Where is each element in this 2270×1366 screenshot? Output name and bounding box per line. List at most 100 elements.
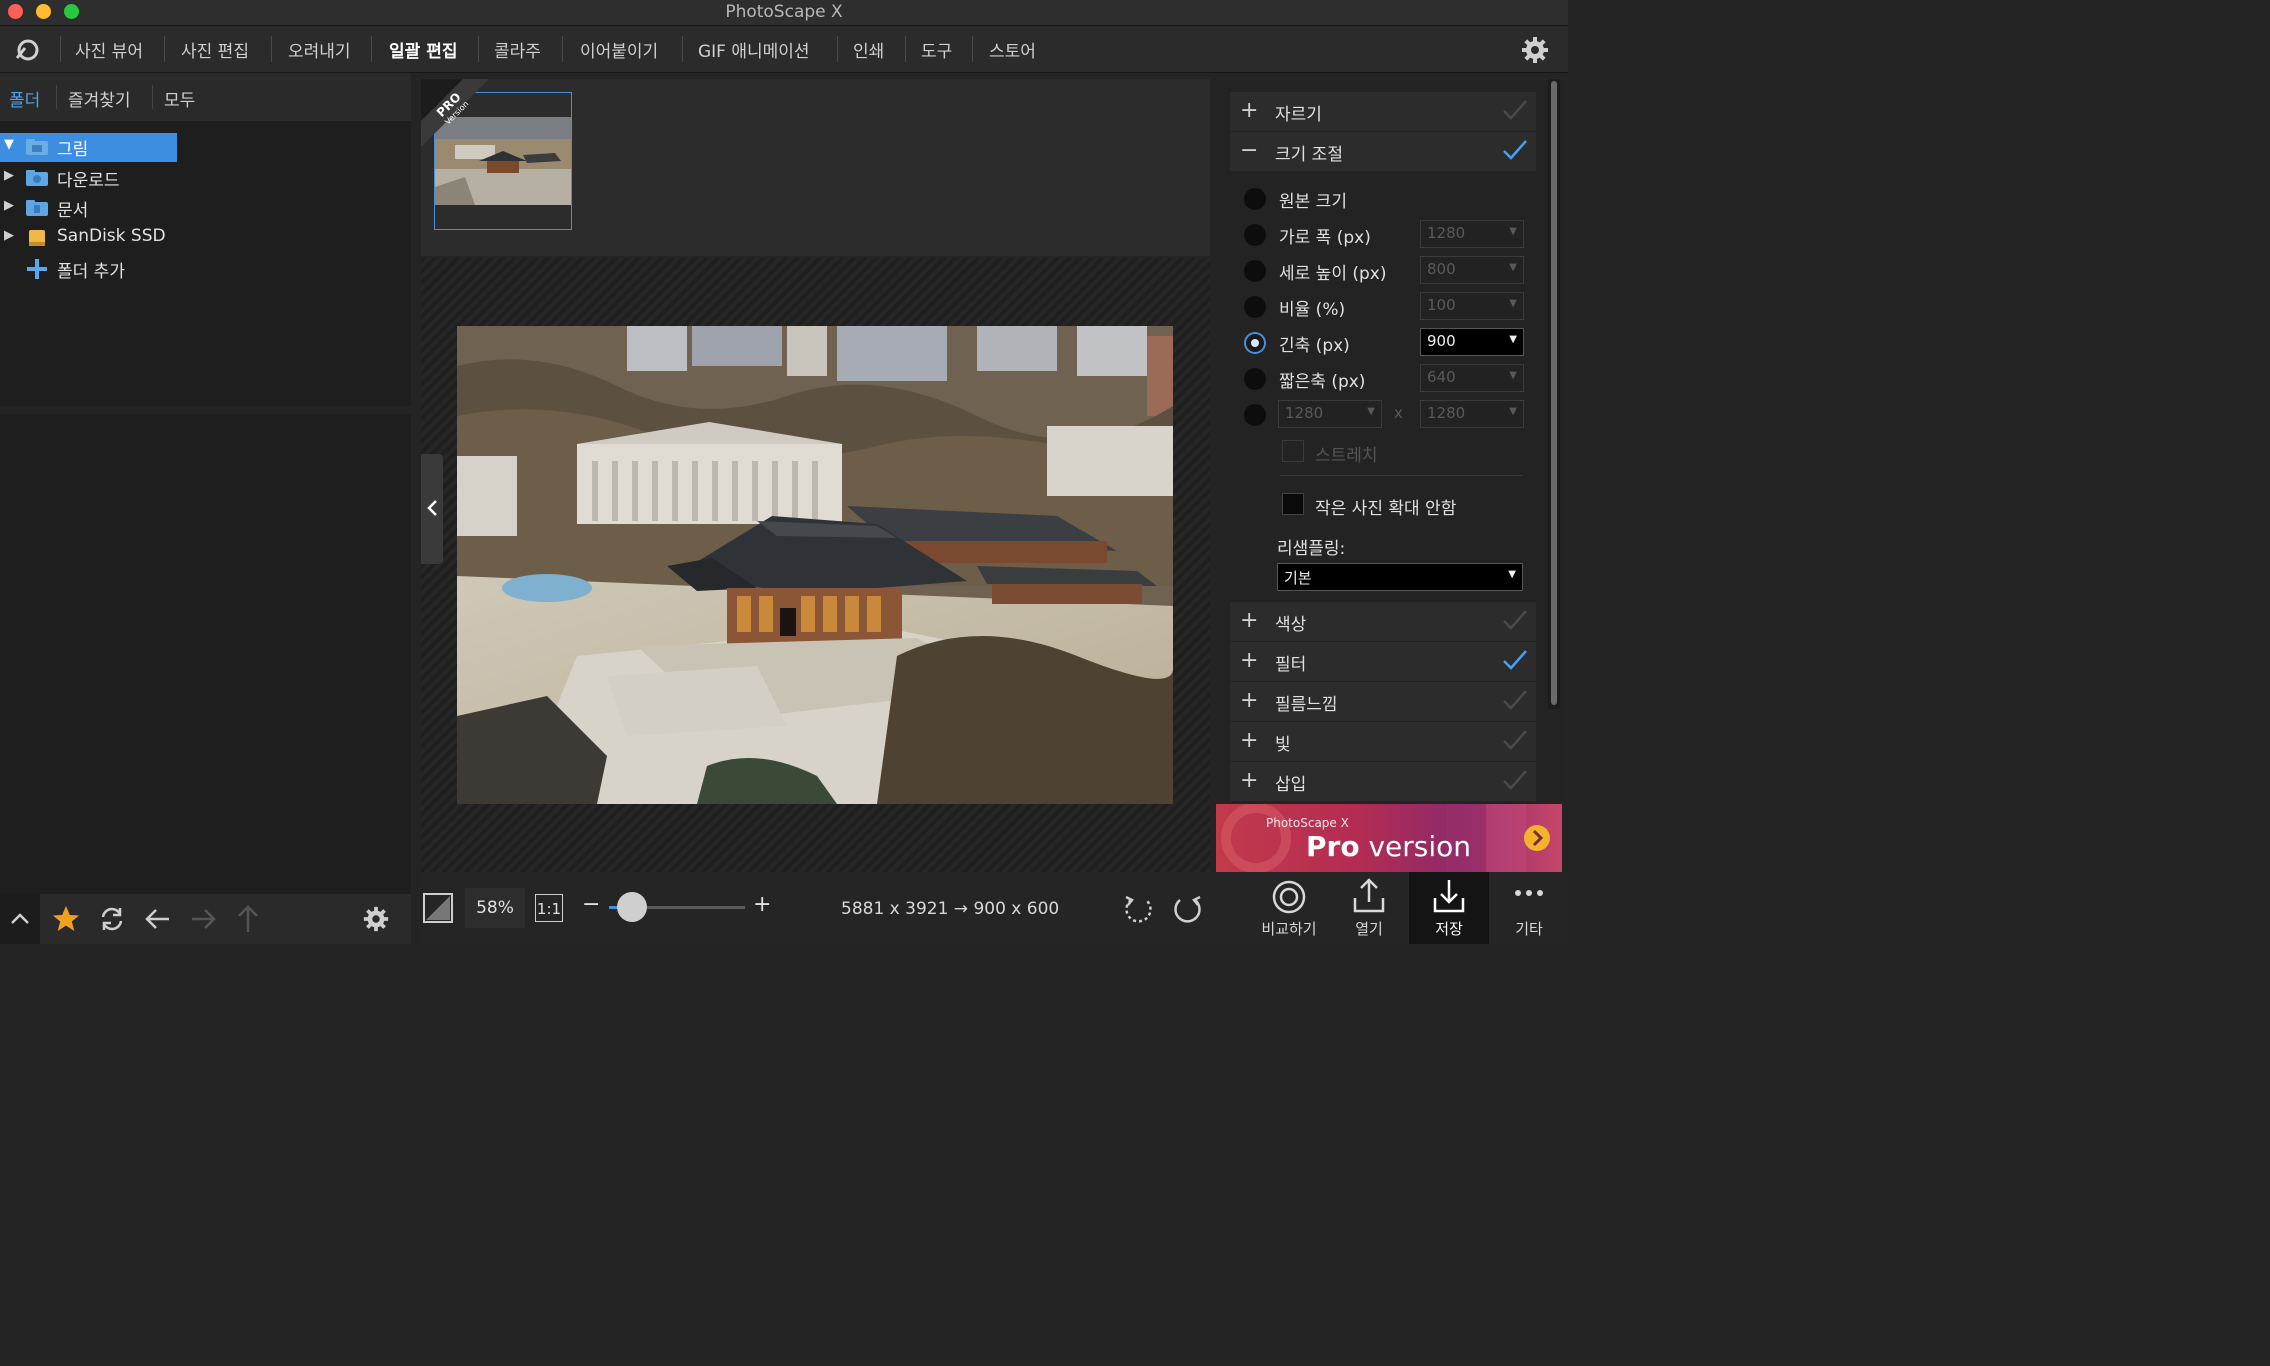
check-off-icon[interactable] [1502,768,1528,792]
expand-plus-icon: + [1240,608,1259,633]
right-scrollbar-thumb[interactable] [1551,81,1557,705]
tree-item-add-folder[interactable]: 폴더 추가 [0,255,411,283]
menu-item-3[interactable]: 일괄 편집 [389,37,457,62]
menu-separator [682,36,683,62]
menu-item-2[interactable]: 오려내기 [288,37,351,62]
batch-edit-panel: + 자르기 − 크기 조절 원본 크기 가로 폭 (px) 1280 ▼ 세로 높… [1216,79,1562,803]
left-toolbar [0,894,411,944]
expand-right-icon[interactable]: ▶ [4,228,14,243]
check-on-icon[interactable] [1502,138,1528,162]
dropdown-arrow-icon: ▼ [1509,262,1517,273]
expand-right-icon[interactable]: ▶ [4,198,14,213]
zoom-level-value[interactable]: 58% [467,898,523,918]
resampling-select[interactable]: 기본 ▼ [1277,563,1523,591]
tree-item-documents[interactable]: ▶ 문서 [0,194,411,222]
menu-item-4[interactable]: 콜라주 [494,37,541,62]
menu-item-5[interactable]: 이어붙이기 [580,37,658,62]
expand-plus-icon: + [1240,768,1259,793]
dropdown-arrow-icon: ▼ [1508,569,1516,580]
section-crop[interactable]: + 자르기 [1230,92,1536,131]
radio-height[interactable] [1244,260,1266,282]
zoom-in-button[interactable]: + [753,892,771,917]
tab-folder[interactable]: 폴더 [9,86,40,111]
app-logo-icon[interactable] [13,36,43,64]
check-off-icon[interactable] [1502,98,1528,122]
resize-option-height[interactable]: 세로 높이 (px) 800 ▼ [1244,256,1534,286]
actual-size-button[interactable]: 1:1 [535,894,563,922]
section-filter[interactable]: + 필터 [1230,642,1536,681]
menu-separator [478,36,479,62]
menu-item-8[interactable]: 도구 [921,37,952,62]
zoom-slider[interactable] [609,892,745,922]
refresh-icon[interactable] [98,906,126,932]
menu-separator [271,36,272,62]
radio-original[interactable] [1244,188,1266,210]
radio-width[interactable] [1244,224,1266,246]
menu-item-7[interactable]: 인쇄 [853,37,884,62]
preview-bottom-bar: 58% 1:1 − + 5881 x 3921 → 900 x 600 [421,872,1216,944]
collapse-up-icon[interactable] [10,911,30,925]
star-icon[interactable] [52,905,80,933]
resize-option-long-side[interactable]: 긴축 (px) 900 ▼ [1244,328,1534,358]
back-arrow-icon[interactable] [145,907,171,931]
dropdown-arrow-icon: ▼ [1509,406,1517,417]
check-off-icon[interactable] [1502,688,1528,712]
compare-button[interactable]: 비교하기 [1249,872,1329,944]
section-resize[interactable]: − 크기 조절 [1230,132,1536,171]
section-color[interactable]: + 색상 [1230,602,1536,641]
tree-item-pictures[interactable]: ▼ 그림 [0,133,411,162]
menu-separator [837,36,838,62]
no-enlarge-checkbox[interactable] [1282,493,1304,515]
menu-item-9[interactable]: 스토어 [989,37,1036,62]
promo-arrow-icon[interactable] [1523,824,1551,852]
section-insert[interactable]: + 삽입 [1230,762,1536,801]
resize-option-custom[interactable]: 1280 ▼ x 1280 ▼ [1244,400,1534,430]
toggle-left-panel-button[interactable] [421,454,443,564]
zoom-slider-handle[interactable] [617,892,647,922]
settings-gear-icon[interactable] [1520,35,1550,65]
check-off-icon[interactable] [1502,608,1528,632]
menu-separator [60,36,61,62]
menu-separator [371,36,372,62]
check-off-icon[interactable] [1502,728,1528,752]
tab-all[interactable]: 모두 [164,86,195,111]
rotate-right-icon[interactable] [1172,893,1204,925]
rotate-left-icon[interactable] [1122,893,1154,925]
open-button[interactable]: 열기 [1329,872,1409,944]
resize-option-ratio[interactable]: 비율 (%) 100 ▼ [1244,292,1534,322]
right-scrollbar-track[interactable] [1548,79,1560,709]
resize-option-original[interactable]: 원본 크기 [1244,184,1534,214]
save-button[interactable]: 저장 [1409,872,1489,944]
action-bar: 비교하기 열기 저장 기타 [1216,872,1568,944]
long-side-select[interactable]: 900 ▼ [1420,328,1524,356]
check-on-icon[interactable] [1502,648,1528,672]
menu-item-0[interactable]: 사진 뷰어 [75,37,143,62]
radio-ratio[interactable] [1244,296,1266,318]
tree-item-sandisk-ssd[interactable]: ▶ SanDisk SSD [0,224,411,252]
expand-down-icon[interactable]: ▼ [4,137,14,152]
menu-item-1[interactable]: 사진 편집 [181,37,249,62]
up-arrow-icon[interactable] [236,905,260,933]
radio-long-side[interactable] [1244,332,1266,354]
forward-arrow-icon[interactable] [190,907,216,931]
section-film[interactable]: + 필름느낌 [1230,682,1536,721]
width-select: 1280 ▼ [1420,220,1524,248]
expand-right-icon[interactable]: ▶ [4,168,14,183]
tab-favorites[interactable]: 즐겨찾기 [68,86,131,111]
pictures-folder-icon [26,139,48,155]
split-view-icon[interactable] [423,893,453,923]
radio-short-side[interactable] [1244,368,1266,390]
browser-settings-gear-icon[interactable] [362,905,390,933]
zoom-out-button[interactable]: − [582,892,600,917]
resize-option-width[interactable]: 가로 폭 (px) 1280 ▼ [1244,220,1534,250]
section-light[interactable]: + 빛 [1230,722,1536,761]
radio-custom[interactable] [1244,404,1266,426]
preview-photo [457,326,1173,804]
tree-item-downloads[interactable]: ▶ 다운로드 [0,164,411,192]
pro-version-banner[interactable]: PhotoScape X Pro version [1216,804,1562,872]
main-menu-bar: 사진 뷰어 사진 편집 오려내기 일괄 편집 콜라주 이어붙이기 GIF 애니메이션 인쇄 도구… [0,26,1568,73]
menu-item-6[interactable]: GIF 애니메이션 [698,37,810,62]
ratio-select: 100 ▼ [1420,292,1524,320]
resize-option-short-side[interactable]: 짧은축 (px) 640 ▼ [1244,364,1534,394]
more-button[interactable]: 기타 [1489,872,1569,944]
